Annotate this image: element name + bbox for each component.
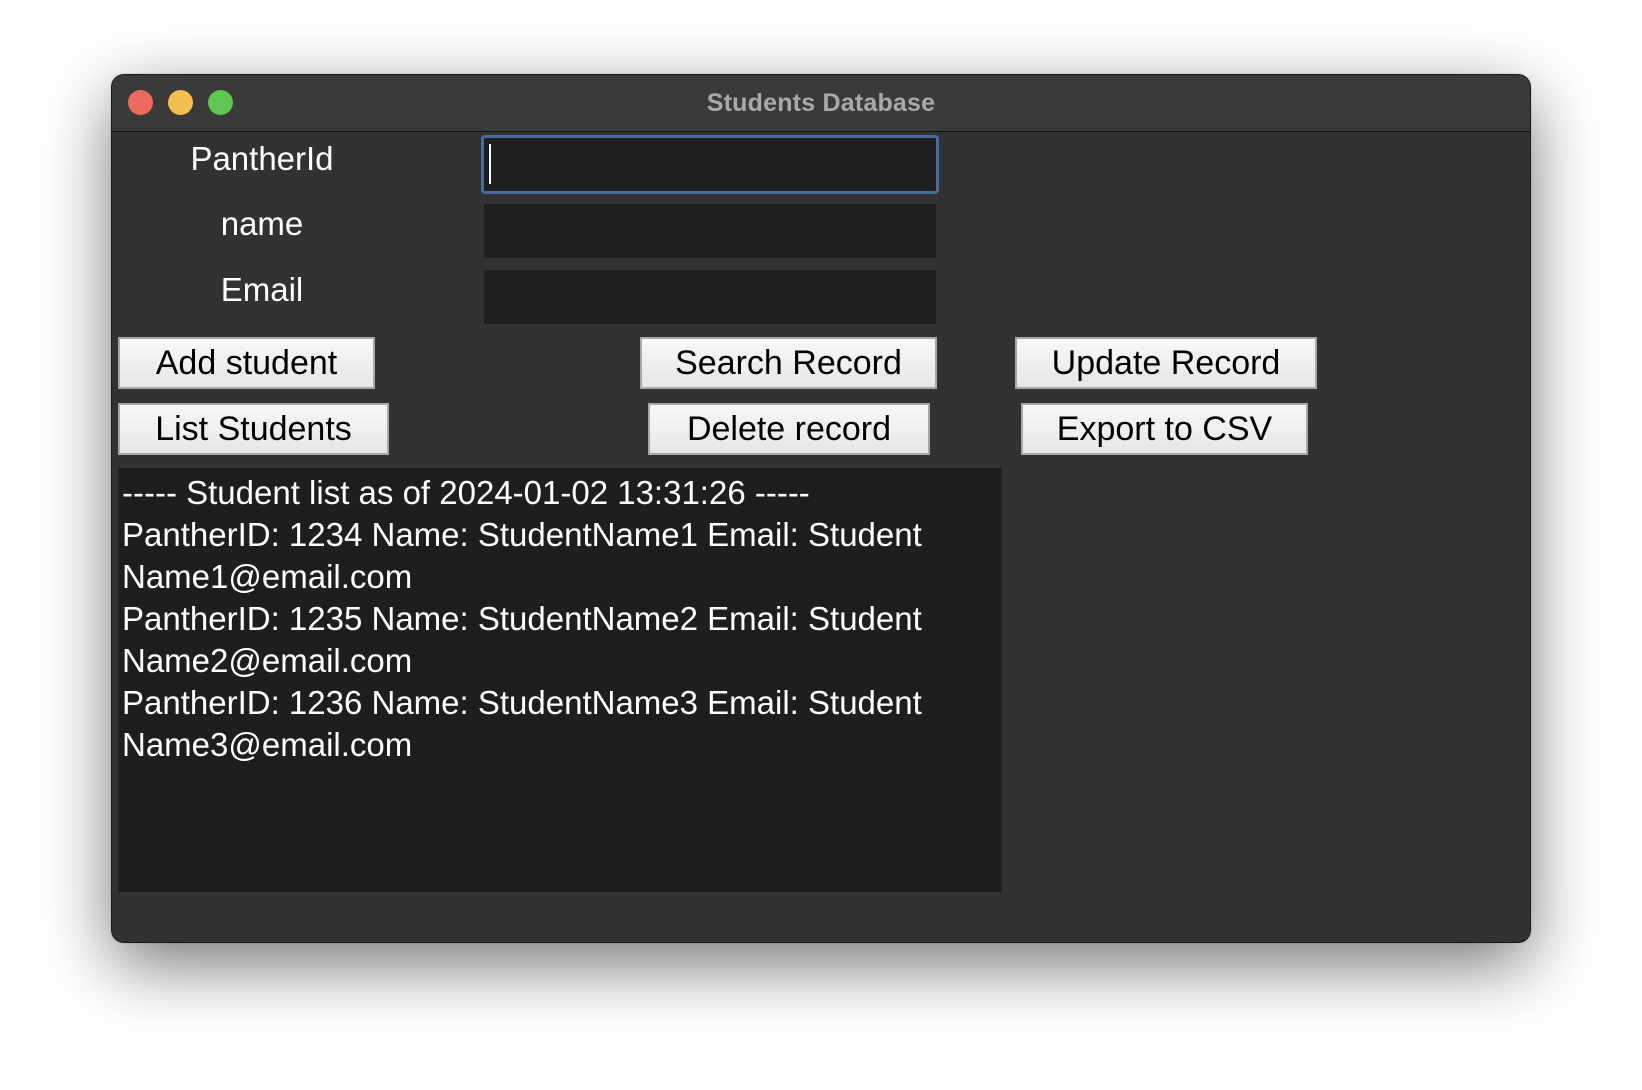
student-list-output[interactable]: ----- Student list as of 2024-01-02 13:3…: [118, 468, 1002, 892]
output-header-line: ----- Student list as of 2024-01-02 13:3…: [122, 474, 810, 511]
pantherid-label: PantherId: [190, 140, 334, 177]
export-csv-button[interactable]: Export to CSV: [1021, 403, 1308, 455]
update-record-button[interactable]: Update Record: [1015, 337, 1317, 389]
delete-record-button[interactable]: Delete record: [648, 403, 930, 455]
window-title: Students Database: [706, 89, 936, 117]
output-line: Name1@email.com: [122, 558, 413, 595]
text-caret: [489, 144, 491, 184]
output-line: Name3@email.com: [122, 726, 413, 763]
output-line: Name2@email.com: [122, 642, 413, 679]
pantherid-input[interactable]: [481, 135, 939, 194]
app-window: Students Database PantherId name Email A…: [112, 75, 1530, 942]
output-line: PantherID: 1234 Name: StudentName1 Email…: [122, 516, 922, 553]
output-line: PantherID: 1235 Name: StudentName2 Email…: [122, 600, 922, 637]
name-input[interactable]: [484, 204, 936, 258]
search-record-button[interactable]: Search Record: [640, 337, 937, 389]
output-line: PantherID: 1236 Name: StudentName3 Email…: [122, 684, 922, 721]
list-students-button[interactable]: List Students: [118, 403, 389, 455]
email-label: Email: [220, 271, 304, 308]
name-label: name: [220, 205, 304, 242]
title-bar[interactable]: Students Database: [112, 75, 1530, 132]
add-student-button[interactable]: Add student: [118, 337, 375, 389]
email-input[interactable]: [484, 270, 936, 324]
